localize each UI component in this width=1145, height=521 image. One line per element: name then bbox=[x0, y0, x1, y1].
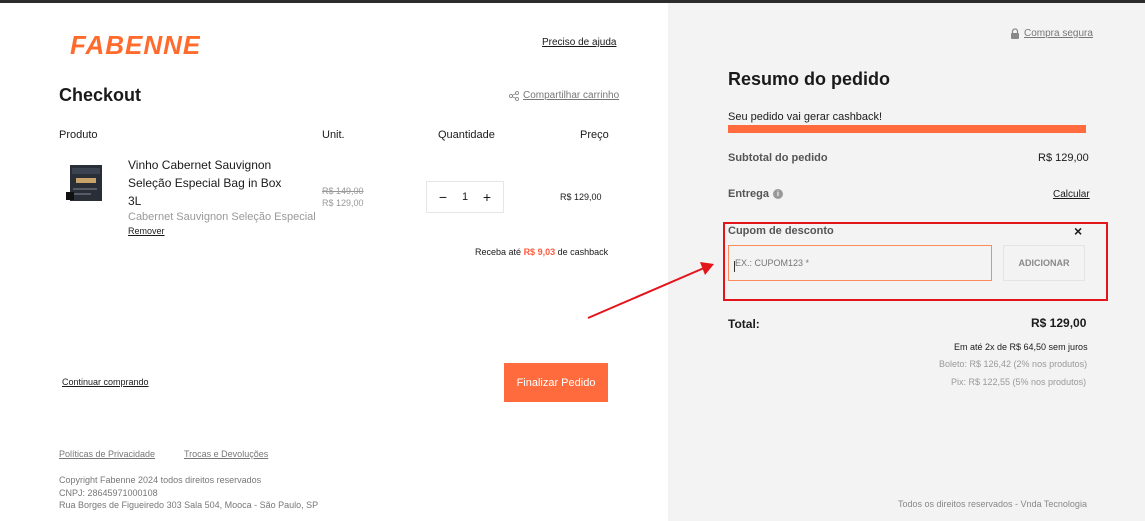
share-icon bbox=[509, 90, 519, 101]
fabenne-logo[interactable]: FABENNE! bbox=[70, 24, 200, 64]
rights-text: Todos os direitos reservados - Vnda Tecn… bbox=[898, 499, 1087, 509]
finalize-order-button[interactable]: Finalizar Pedido bbox=[504, 363, 608, 402]
continue-shopping-link[interactable]: Continuar comprando bbox=[62, 377, 149, 387]
subtotal-value: R$ 129,00 bbox=[1038, 152, 1089, 164]
shipping-label-group: Entrega i bbox=[728, 188, 783, 200]
cashback-amount: R$ 9,03 bbox=[523, 247, 556, 257]
cashback-prefix: Receba até bbox=[475, 247, 522, 257]
decrease-quantity-button[interactable]: − bbox=[437, 189, 449, 205]
help-link[interactable]: Preciso de ajuda bbox=[542, 37, 617, 48]
total-label: Total: bbox=[728, 317, 760, 331]
share-cart-link[interactable]: Compartilhar carrinho bbox=[509, 90, 619, 101]
quantity-stepper: − 1 + bbox=[426, 181, 504, 213]
page-title: Checkout bbox=[59, 85, 142, 105]
column-price: Preço bbox=[580, 129, 609, 141]
pix-text: Pix: R$ 122,55 (5% nos produtos) bbox=[951, 377, 1087, 387]
total-value: R$ 129,00 bbox=[1031, 316, 1087, 330]
privacy-policy-link[interactable]: Políticas de Privacidade bbox=[59, 449, 155, 459]
column-unit: Unit. bbox=[322, 129, 345, 141]
secure-purchase-label: Compra segura bbox=[1024, 28, 1093, 39]
unit-price: R$ 129,00 bbox=[322, 198, 364, 208]
shipping-label: Entrega bbox=[728, 188, 769, 200]
address-text: Rua Borges de Figueiredo 303 Sala 504, M… bbox=[59, 500, 319, 510]
cart-panel bbox=[0, 3, 668, 521]
increase-quantity-button[interactable]: + bbox=[481, 189, 493, 205]
boleto-text: Boleto: R$ 126,42 (2% nos produtos) bbox=[939, 359, 1088, 369]
cashback-note: Receba até R$ 9,03 de cashback bbox=[475, 247, 608, 257]
remove-item-link[interactable]: Remover bbox=[128, 226, 165, 236]
old-unit-price: R$ 149,00 bbox=[322, 186, 364, 196]
copyright-text: Copyright Fabenne 2024 todos direitos re… bbox=[59, 475, 262, 485]
info-icon[interactable]: i bbox=[772, 189, 783, 199]
cashback-message: Seu pedido vai gerar cashback! bbox=[728, 111, 883, 123]
item-total-price: R$ 129,00 bbox=[560, 192, 602, 202]
footer-info: Copyright Fabenne 2024 todos direitos re… bbox=[59, 474, 318, 512]
column-product: Produto bbox=[59, 129, 98, 141]
product-name[interactable]: Vinho Cabernet Sauvignon Seleção Especia… bbox=[128, 156, 288, 210]
lock-icon bbox=[1011, 28, 1019, 39]
subtotal-label: Subtotal do pedido bbox=[728, 152, 828, 164]
product-image[interactable] bbox=[64, 162, 106, 206]
product-description: Cabernet Sauvignon Seleção Especial bbox=[128, 211, 316, 223]
calculate-shipping-link[interactable]: Calcular bbox=[1053, 189, 1090, 200]
summary-title: Resumo do pedido bbox=[728, 69, 890, 89]
returns-link[interactable]: Trocas e Devoluções bbox=[184, 449, 268, 459]
logo-text: FABENNE! bbox=[70, 30, 200, 60]
column-quantity: Quantidade bbox=[438, 129, 495, 141]
secure-purchase-link[interactable]: Compra segura bbox=[1010, 28, 1093, 39]
highlight-box bbox=[723, 222, 1108, 301]
quantity-value: 1 bbox=[461, 191, 469, 203]
installments-text: Em até 2x de R$ 64,50 sem juros bbox=[954, 342, 1088, 352]
cashback-suffix: de cashback bbox=[557, 247, 609, 257]
cnpj-text: CNPJ: 28645971000108 bbox=[59, 487, 158, 498]
share-cart-label: Compartilhar carrinho bbox=[523, 90, 620, 101]
cashback-progress-bar bbox=[728, 125, 1086, 133]
